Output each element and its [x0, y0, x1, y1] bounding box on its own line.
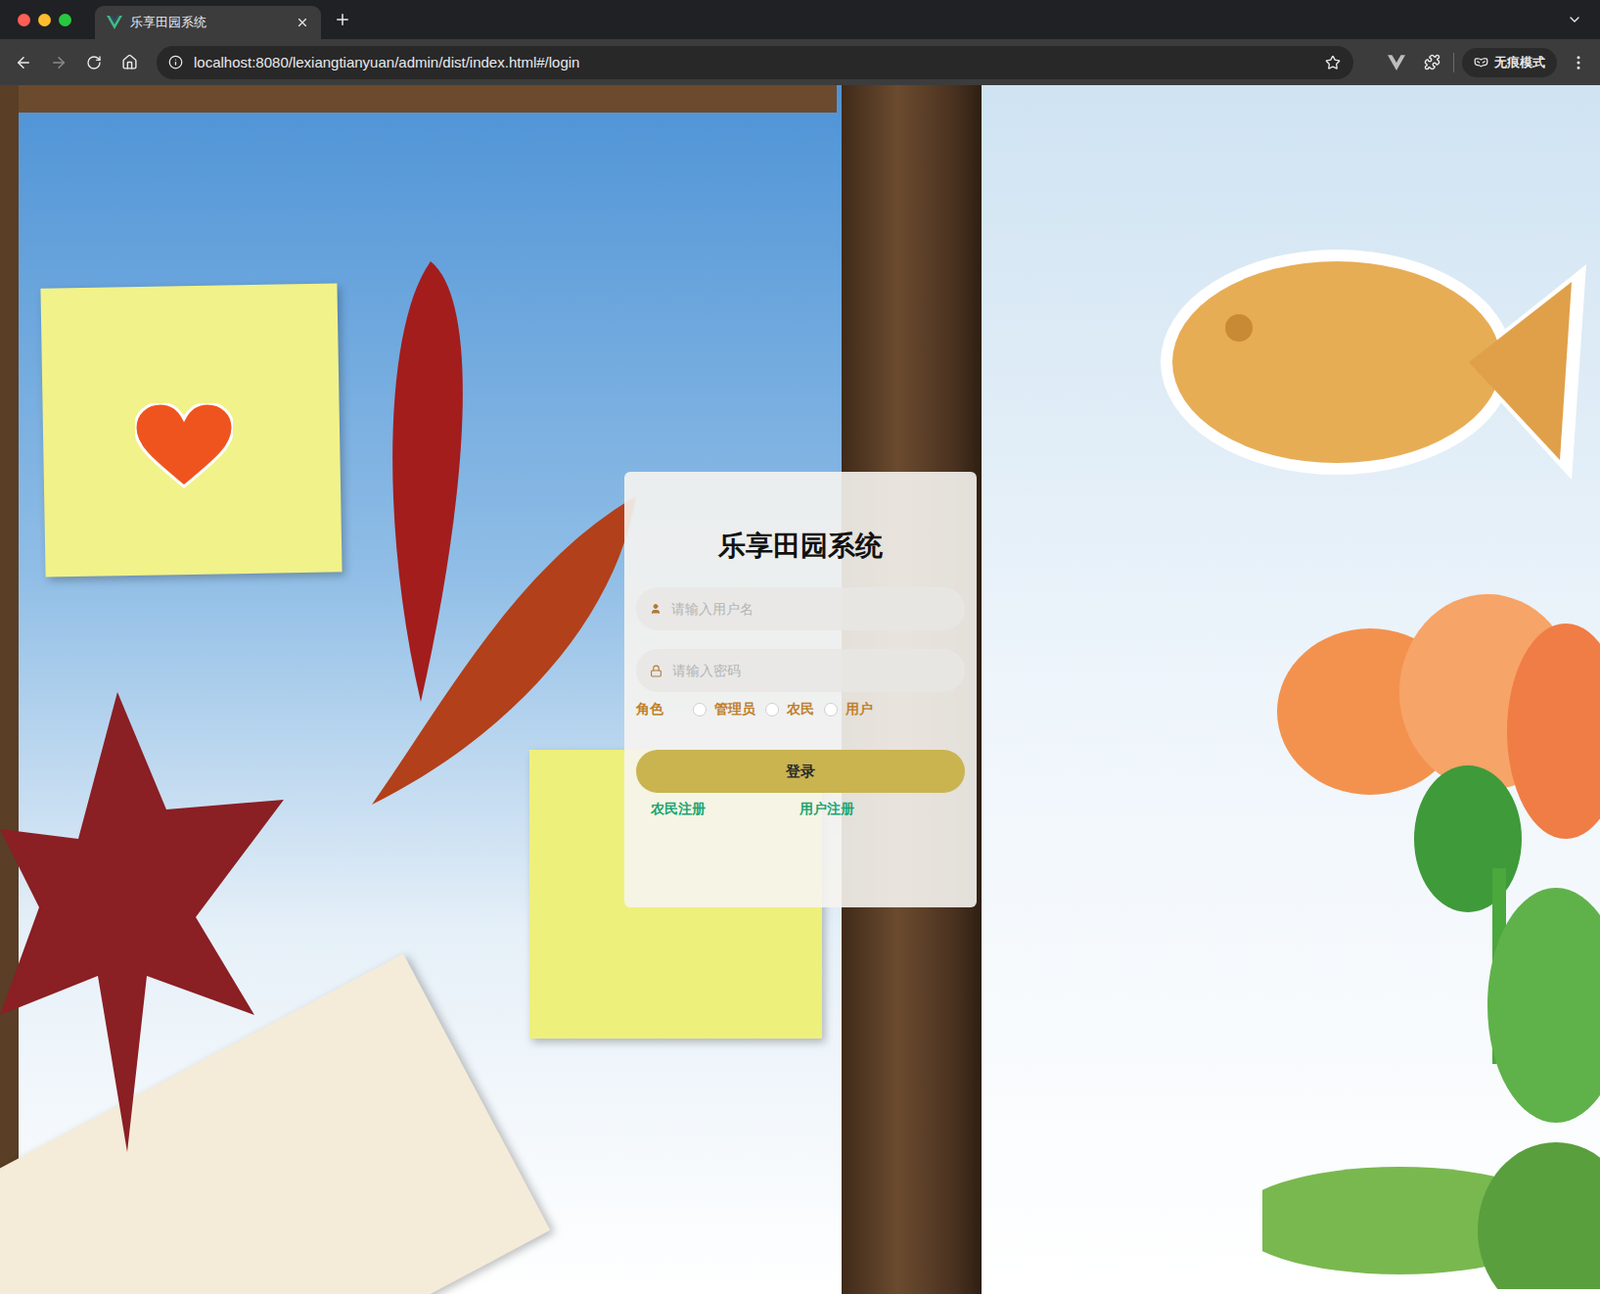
wood-frame-top: [18, 85, 837, 113]
back-icon[interactable]: [9, 48, 38, 77]
login-card: 乐享田园系统角色 管理员农民用户登录农民注册 用户注册: [624, 471, 977, 908]
home-icon[interactable]: [115, 48, 143, 77]
tab-bar: 乐享田园系统: [0, 0, 1600, 40]
site-info-icon[interactable]: [164, 51, 186, 74]
extensions-puzzle-icon[interactable]: [1417, 48, 1446, 77]
register-link[interactable]: 用户注册: [799, 800, 855, 819]
login-page: 乐享田园系统角色 管理员农民用户登录农民注册 用户注册: [0, 85, 1600, 1294]
username-input[interactable]: [669, 599, 952, 618]
wood-frame-left: [0, 85, 19, 1294]
role-radio[interactable]: 管理员: [692, 700, 756, 719]
user-icon: [649, 602, 662, 615]
vue-logo-icon: [106, 15, 123, 30]
flower-icon: [1262, 584, 1600, 1289]
login-button[interactable]: 登录: [636, 749, 965, 793]
radio-circle[interactable]: [692, 702, 707, 717]
incognito-badge[interactable]: 无痕模式: [1462, 47, 1557, 78]
role-row: 角色 管理员农民用户: [636, 698, 965, 721]
password-field[interactable]: [636, 648, 965, 692]
login-title: 乐享田园系统: [636, 528, 965, 564]
window-controls: [17, 13, 72, 27]
role-radio[interactable]: 农民: [765, 700, 815, 719]
browser-tab[interactable]: 乐享田园系统: [94, 5, 321, 40]
maximize-light[interactable]: [58, 13, 72, 27]
register-links: 农民注册 用户注册: [636, 800, 965, 819]
radio-circle[interactable]: [765, 702, 779, 717]
close-tab-icon[interactable]: [293, 13, 312, 32]
maple-leaf-icon: [0, 691, 294, 1152]
lock-icon: [649, 664, 663, 678]
more-menu-icon[interactable]: [1564, 48, 1593, 77]
tab-list-icon[interactable]: [1560, 5, 1589, 34]
role-label: 角色: [636, 700, 664, 719]
forward-icon[interactable]: [45, 48, 73, 77]
radio-circle[interactable]: [823, 702, 838, 717]
username-field[interactable]: [636, 587, 965, 631]
minimize-light[interactable]: [38, 13, 51, 27]
browser-window: 乐享田园系统 localhost:8080/lexiangtianyuan/adm…: [0, 0, 1600, 1294]
reload-icon[interactable]: [80, 48, 108, 77]
register-link[interactable]: 农民注册: [650, 800, 706, 819]
fish-cookie-icon: [1150, 225, 1592, 500]
bookmark-star-icon[interactable]: [1322, 51, 1344, 74]
password-input[interactable]: [670, 661, 952, 680]
address-url[interactable]: localhost:8080/lexiangtianyuan/admin/dis…: [193, 53, 1315, 71]
new-tab-icon[interactable]: [326, 3, 359, 36]
incognito-icon: [1473, 54, 1489, 70]
toolbar: localhost:8080/lexiangtianyuan/admin/dis…: [0, 39, 1600, 86]
vue-devtools-extension-icon[interactable]: [1382, 48, 1411, 77]
toolbar-separator: [1453, 52, 1455, 73]
address-bar[interactable]: localhost:8080/lexiangtianyuan/admin/dis…: [156, 45, 1354, 80]
red-leaf-icon: [342, 241, 656, 810]
role-radio[interactable]: 用户: [823, 700, 873, 719]
tab-title: 乐享田园系统: [130, 13, 286, 32]
close-light[interactable]: [17, 13, 31, 27]
heart-icon: [135, 403, 233, 492]
